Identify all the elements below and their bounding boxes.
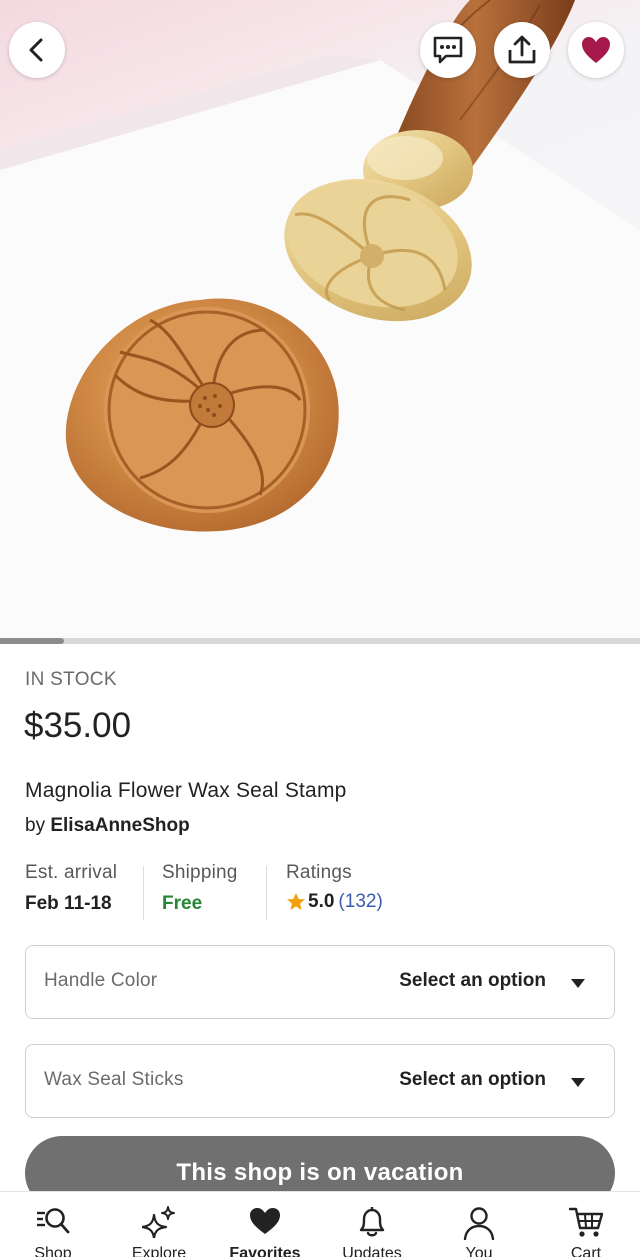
handle-color-select[interactable]: Handle Color Select an option [25, 945, 615, 1019]
tab-cart[interactable]: Cart [533, 1192, 639, 1257]
ratings-label: Ratings [286, 862, 352, 883]
bell-icon [359, 1207, 385, 1237]
chevron-left-icon [29, 38, 43, 62]
stock-status: IN STOCK [25, 669, 117, 690]
divider [266, 866, 267, 920]
message-shop-button[interactable] [420, 22, 476, 78]
heart-filled-icon [582, 37, 610, 63]
tab-favorites-label: Favorites [229, 1245, 301, 1257]
caret-down-icon [571, 979, 585, 988]
ratings-info[interactable]: Ratings 5.0 (132) [286, 862, 383, 920]
cart-icon [569, 1207, 604, 1237]
tab-updates-label: Updates [342, 1245, 402, 1257]
chat-bubble-icon [433, 36, 463, 64]
handle-color-value: Select an option [399, 970, 546, 991]
favorite-button[interactable] [568, 22, 624, 78]
shipping-label: Shipping [162, 862, 238, 883]
caret-down-icon [571, 1078, 585, 1087]
tab-shop[interactable]: Shop [0, 1192, 106, 1257]
listing-title: Magnolia Flower Wax Seal Stamp [25, 779, 347, 802]
share-button[interactable] [494, 22, 550, 78]
shop-byline: by ElisaAnneShop [25, 815, 190, 837]
product-image[interactable] [0, 0, 640, 638]
estimated-arrival: Est. arrival Feb 11-18 [25, 862, 117, 920]
shipping-info: Shipping Free [162, 862, 238, 920]
tab-updates[interactable]: Updates [319, 1192, 425, 1257]
bottom-tab-bar: Shop Explore Favorites Updates You Cart [0, 1191, 640, 1257]
gallery-progress [0, 638, 640, 644]
person-icon [463, 1207, 495, 1240]
tab-shop-label: Shop [34, 1245, 72, 1257]
rating-score: 5.0 [308, 891, 335, 912]
wax-seal-sticks-select[interactable]: Wax Seal Sticks Select an option [25, 1044, 615, 1118]
listing-facts: Est. arrival Feb 11-18 Shipping Free Rat… [0, 862, 640, 924]
tab-you[interactable]: You [426, 1192, 532, 1257]
wax-seal-sticks-value: Select an option [399, 1069, 546, 1090]
rating-count-link[interactable]: (132) [338, 891, 382, 913]
arrival-value: Feb 11-18 [25, 893, 112, 914]
shop-name-link[interactable]: ElisaAnneShop [50, 815, 189, 836]
sparkles-icon [142, 1206, 175, 1238]
back-button[interactable] [9, 22, 65, 78]
heart-icon [250, 1208, 280, 1234]
tab-favorites[interactable]: Favorites [212, 1192, 318, 1257]
divider [143, 866, 144, 920]
handle-color-label: Handle Color [44, 970, 158, 991]
arrival-label: Est. arrival [25, 862, 118, 883]
star-icon [287, 893, 305, 910]
tab-explore[interactable]: Explore [106, 1192, 212, 1257]
tab-explore-label: Explore [131, 1245, 187, 1257]
wax-seal-sticks-label: Wax Seal Sticks [44, 1069, 184, 1090]
gallery-progress-fill [0, 638, 64, 644]
by-prefix: by [25, 815, 46, 836]
rating-summary[interactable]: 5.0 (132) [286, 891, 383, 913]
share-icon [508, 35, 536, 64]
tab-cart-label: Cart [570, 1245, 602, 1257]
wax-seal-photo [0, 0, 640, 638]
price: $35.00 [24, 706, 132, 745]
shop-search-icon [37, 1208, 70, 1234]
shipping-value: Free [162, 893, 203, 914]
tab-you-label: You [465, 1245, 493, 1257]
